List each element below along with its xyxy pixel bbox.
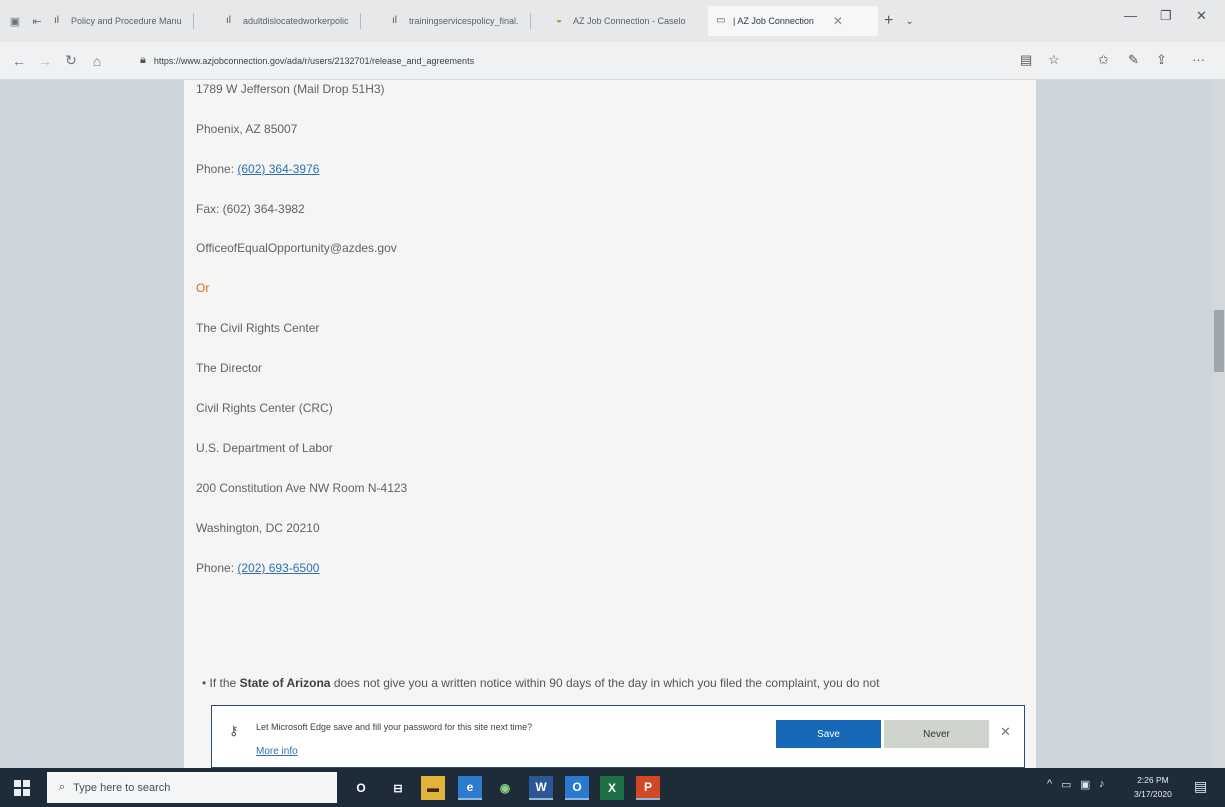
phone-line: Phone: (602) 364-3976 [196,162,319,176]
display-icon[interactable]: ▣ [1080,778,1090,791]
phone2-line: Phone: (202) 693-6500 [196,561,319,575]
outlook-icon[interactable]: O [565,776,589,800]
favorite-star-icon[interactable]: ☆ [1048,52,1060,68]
tab-adult-dislocated-worker[interactable]: ıl adultdislocatedworkerpolic [218,6,384,36]
windows-taskbar: ⌕ Type here to search O ⊟ ▬ e ◉ W O X P … [0,768,1225,807]
phone-link[interactable]: (602) 364-3976 [237,162,319,176]
email-line: OfficeofEqualOpportunity@azdes.gov [196,241,397,255]
restore-icon[interactable]: ❐ [1160,8,1172,24]
powerpoint-icon[interactable]: P [636,776,660,800]
clock-time: 2:26 PM [1137,775,1169,785]
city-line: Phoenix, AZ 85007 [196,122,298,136]
excel-icon[interactable]: X [600,776,624,800]
home-icon[interactable]: ⌂ [84,53,110,69]
taskbar-clock[interactable]: 2:26 PM 3/17/2020 [1134,773,1172,801]
phone-label: Phone: [196,162,235,176]
tab-label: trainingservicespolicy_final. [409,16,519,26]
pen-notes-icon[interactable]: ✎ [1128,52,1139,68]
more-menu-icon[interactable]: ··· [1192,52,1205,67]
address-line: 1789 W Jefferson (Mail Drop 51H3) [196,82,385,96]
reading-view-icon[interactable]: ▤ [1020,52,1032,68]
url-field[interactable]: 🔒︎ https://www.azjobconnection.gov/ada/r… [140,54,474,67]
prompt-message: Let Microsoft Edge save and fill your pa… [256,722,533,732]
close-window-icon[interactable]: ✕ [1196,8,1207,24]
scrollbar-thumb[interactable] [1214,310,1224,372]
file-explorer-icon[interactable]: ▬ [421,776,445,800]
word-icon[interactable]: W [529,776,553,800]
minimize-icon[interactable]: — [1124,8,1137,23]
tab-label: | AZ Job Connection [733,16,814,26]
az-logo-icon: ◒ [556,15,563,26]
phone-label: Phone: [196,561,235,575]
tab-az-job-connection-active[interactable]: ▭ | AZ Job Connection ✕ [708,6,878,36]
tab-policy-manual[interactable]: ıl Policy and Procedure Manu [46,6,218,36]
taskbar-search-box[interactable]: ⌕ Type here to search [47,772,337,803]
windows-start-icon[interactable] [14,780,30,796]
close-tab-icon[interactable]: ✕ [833,14,843,28]
chart-bar-icon: ıl [54,15,59,26]
cortana-icon[interactable]: O [349,776,373,800]
set-tabs-aside-icon[interactable]: ⇤ [28,12,46,30]
tab-label: adultdislocatedworkerpolic [243,16,349,26]
new-tab-icon[interactable]: + [878,12,899,30]
tab-label: AZ Job Connection - Caselo [573,16,686,26]
crc-name-line: The Civil Rights Center [196,321,320,335]
bullet-dot: • [202,676,207,690]
department-line: U.S. Department of Labor [196,441,333,455]
save-password-prompt: ⚷ Let Microsoft Edge save and fill your … [211,705,1025,768]
notifications-icon[interactable]: ▤ [1194,778,1207,795]
bullet-prefix: If the [209,676,240,690]
dc-city-line: Washington, DC 20210 [196,521,320,535]
address-bar-row: ← → ↻ ⌂ 🔒︎ https://www.azjobconnection.g… [0,42,1225,80]
chart-bar-icon: ıl [226,15,231,26]
tab-label: Policy and Procedure Manu [71,16,182,26]
url-text: https://www.azjobconnection.gov/ada/r/us… [153,55,475,66]
page-icon: ▭ [716,15,726,26]
task-view-icon[interactable]: ⊟ [386,776,410,800]
tab-training-services-policy[interactable]: ıl trainingservicespolicy_final. [384,6,548,36]
or-separator: Or [196,281,210,295]
fax-line: Fax: (602) 364-3982 [196,202,305,216]
tray-chevron-icon[interactable]: ^ [1047,778,1052,790]
back-arrow-icon[interactable]: ← [6,53,32,69]
street-line: 200 Constitution Ave NW Room N-4123 [196,481,408,495]
chrome-app-icon[interactable]: ◉ [493,776,517,800]
chart-bar-icon: ıl [392,15,397,26]
never-button[interactable]: Never [884,720,989,748]
director-line: The Director [196,361,263,375]
browser-tab-strip: ▣ ⇤ ıl Policy and Procedure Manu ıl adul… [0,0,1225,42]
share-icon[interactable]: ⇪ [1156,52,1167,68]
clock-date: 3/17/2020 [1134,789,1172,799]
phone2-link[interactable]: (202) 693-6500 [237,561,319,575]
content-panel: 1789 W Jefferson (Mail Drop 51H3) Phoeni… [184,80,1036,768]
network-icon[interactable]: ▭ [1061,778,1071,791]
volume-icon[interactable]: ♪ [1099,778,1105,790]
notice-bullet: • If the State of Arizona does not give … [202,676,879,690]
crc-abbr-line: Civil Rights Center (CRC) [196,401,333,415]
forward-arrow-icon[interactable]: → [32,53,58,69]
save-password-button[interactable]: Save [776,720,881,748]
lock-icon: 🔒︎ [140,54,146,66]
search-placeholder: Type here to search [73,781,171,794]
search-icon: ⌕ [59,781,66,793]
more-info-link[interactable]: More info [256,746,298,757]
bullet-suffix: does not give you a written notice withi… [330,676,880,690]
tab-list-chevron-icon[interactable]: ⌄ [899,16,919,27]
refresh-icon[interactable]: ↻ [58,52,84,69]
page-scrollbar[interactable] [1213,80,1225,768]
bullet-bold: State of Arizona [239,676,331,690]
key-icon: ⚷ [229,723,239,738]
close-prompt-icon[interactable]: ✕ [1000,724,1011,740]
edge-browser-icon[interactable]: e [458,776,482,800]
page-viewport: 1789 W Jefferson (Mail Drop 51H3) Phoeni… [0,80,1225,768]
tab-az-job-connection-caseload[interactable]: ◒ AZ Job Connection - Caselo [548,6,708,36]
favorites-hub-icon[interactable]: ✩ [1098,52,1109,68]
tab-actions-icon[interactable]: ▣ [6,12,24,30]
